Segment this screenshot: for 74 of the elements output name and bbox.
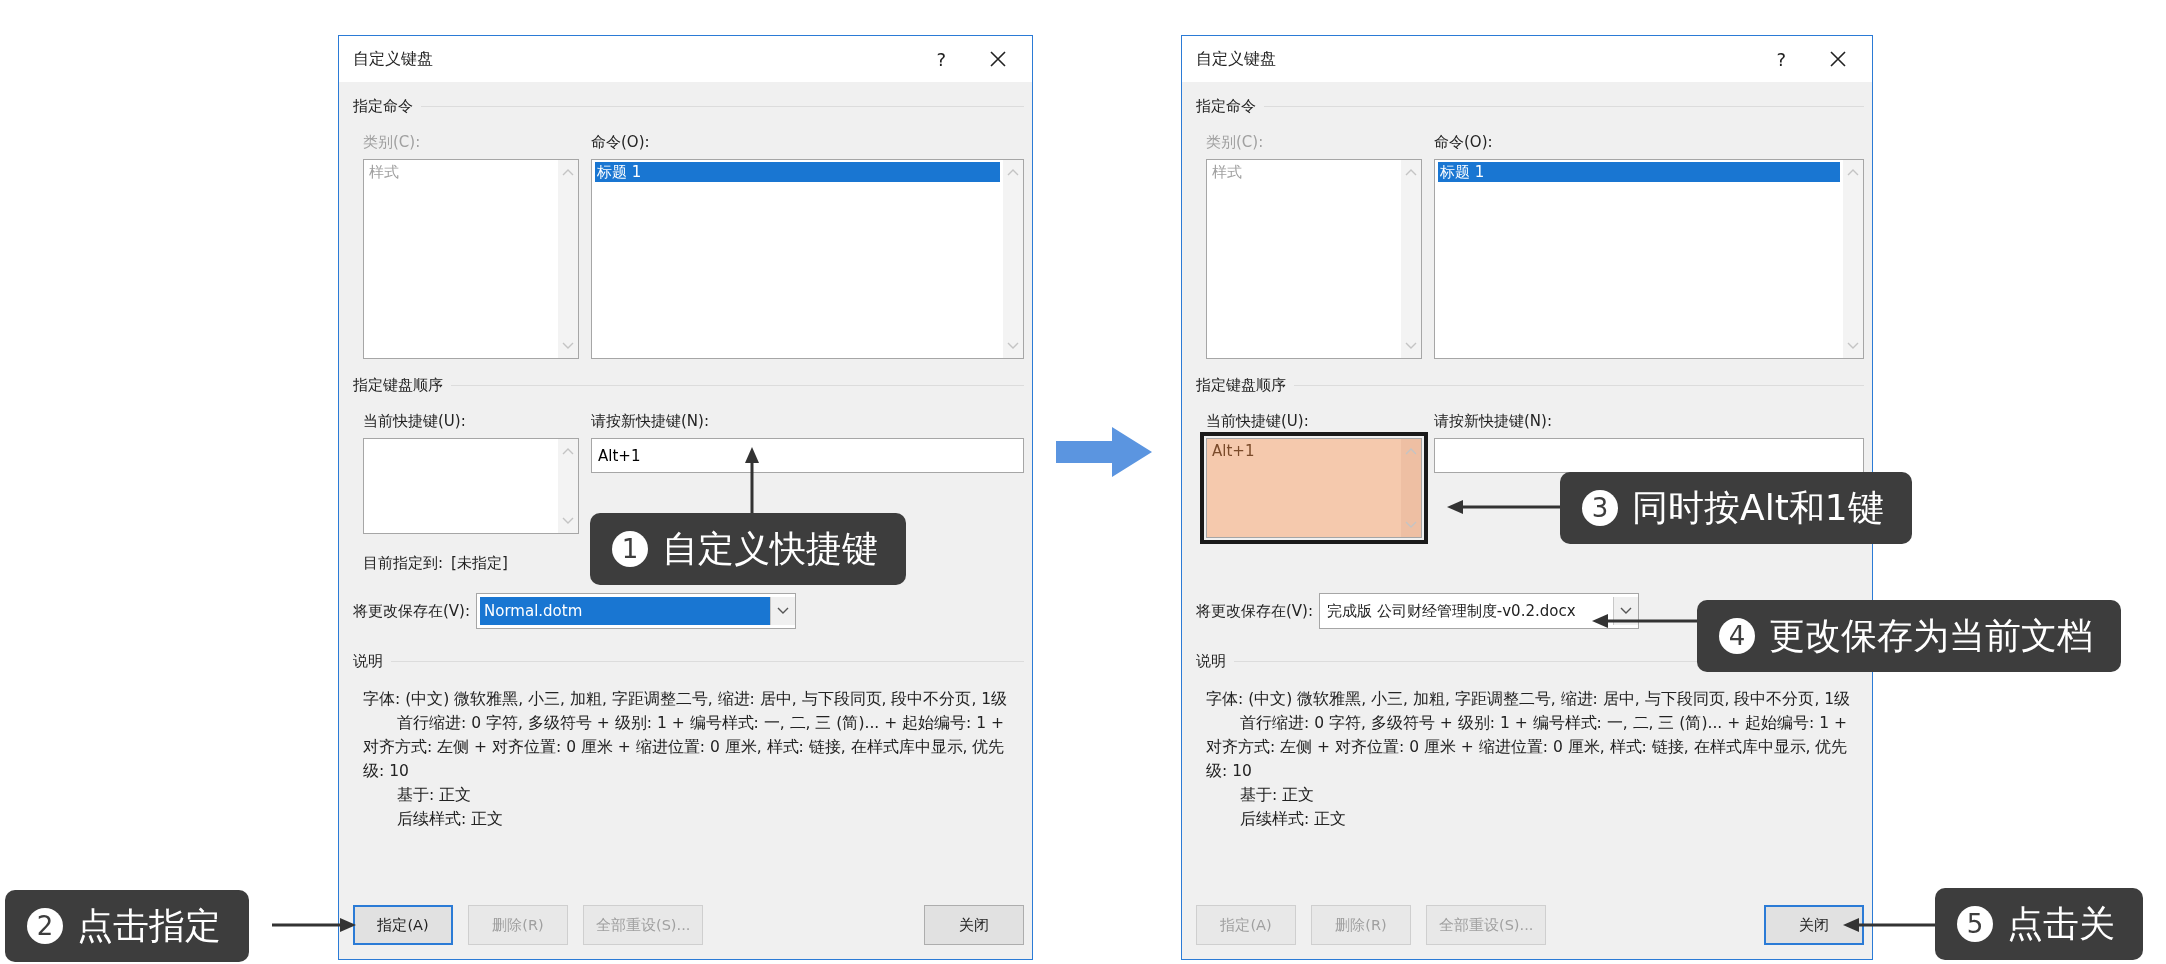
chevron-down-icon bbox=[777, 607, 790, 615]
command-list[interactable]: 标题 1 bbox=[591, 159, 1024, 359]
step-number: 5 bbox=[1957, 906, 1993, 942]
callout-text: 更改保存为当前文档 bbox=[1769, 613, 2093, 658]
list-item[interactable]: 样式 bbox=[1210, 162, 1398, 182]
scroll-down-icon[interactable] bbox=[1847, 342, 1859, 350]
dialog-button[interactable]: 指定(A) bbox=[353, 905, 453, 945]
command-list[interactable]: 标题 1 bbox=[1434, 159, 1864, 359]
scroll-up-icon[interactable] bbox=[1405, 168, 1417, 176]
field-label: 命令(O): bbox=[591, 132, 651, 152]
save-location-dropdown[interactable]: 完成版 公司财经管理制度-v0.2.docx bbox=[1319, 593, 1640, 629]
callout-text: 自定义快捷键 bbox=[662, 526, 878, 571]
description-text: 基于: 正文 bbox=[396, 785, 473, 806]
field-label: 请按新快捷键(N): bbox=[591, 411, 710, 431]
field-label: 命令(O): bbox=[1434, 132, 1494, 152]
scroll-down-icon[interactable] bbox=[1007, 342, 1019, 350]
step-number: 4 bbox=[1719, 618, 1755, 654]
list-item[interactable]: 标题 1 bbox=[595, 162, 1000, 182]
field-label: 将更改保存在(V): bbox=[353, 601, 471, 621]
assigned-value: [未指定] bbox=[451, 554, 508, 573]
list-item[interactable]: 样式 bbox=[367, 162, 555, 182]
dialog-button[interactable]: 关闭 bbox=[924, 905, 1024, 945]
scroll-down-icon[interactable] bbox=[1405, 342, 1417, 350]
field-label: 当前快捷键(U): bbox=[1206, 411, 1310, 431]
close-icon[interactable] bbox=[988, 49, 1008, 69]
scroll-up-icon[interactable] bbox=[1007, 168, 1019, 176]
scroll-up-icon[interactable] bbox=[1405, 447, 1417, 455]
dialog-button[interactable]: 关闭 bbox=[1764, 905, 1864, 945]
callout-text: 点击指定 bbox=[77, 903, 221, 948]
chevron-down-icon bbox=[1620, 607, 1633, 615]
help-button[interactable]: ? bbox=[1776, 48, 1786, 70]
save-location-dropdown[interactable]: Normal.dotm bbox=[476, 593, 797, 629]
scroll-down-icon[interactable] bbox=[1405, 521, 1417, 529]
right-arrow-icon bbox=[1056, 427, 1152, 477]
description-text: 基于: 正文 bbox=[1239, 785, 1316, 806]
shortcut-list[interactable] bbox=[363, 438, 579, 534]
category-list[interactable]: 样式 bbox=[363, 159, 579, 359]
field-label: 类别(C): bbox=[363, 132, 422, 152]
window-title: 自定义键盘 bbox=[353, 48, 434, 70]
callout-text: 点击关 bbox=[2007, 901, 2115, 946]
window-title: 自定义键盘 bbox=[1196, 48, 1277, 70]
description-text: 字体: (中文) 微软雅黑, 小三, 加粗, 字距调整二号, 缩进: 居中, 与下段同页, 段中不分页, 1级 bbox=[363, 689, 1009, 710]
field-label: 类别(C): bbox=[1206, 132, 1265, 152]
shortcut-input[interactable] bbox=[1434, 438, 1864, 473]
scroll-down-icon[interactable] bbox=[562, 517, 574, 525]
description-text: 后续样式: 正文 bbox=[396, 809, 505, 830]
callout-text: 同时按Alt和1键 bbox=[1632, 485, 1884, 530]
step-number: 1 bbox=[612, 531, 648, 567]
section-heading: 指定命令 bbox=[1196, 96, 1256, 116]
step-number: 3 bbox=[1582, 490, 1618, 526]
section-heading: 说明 bbox=[353, 651, 383, 671]
assigned-label: 目前指定到: bbox=[363, 554, 444, 573]
description-text: 首行缩进: 0 字符, 多级符号 + 级别: 1 + 编号样式: 一, 二, 三 (简)... + 起始编号: 1 + 对齐方式: 左侧 + 对齐位置: 0 厘米 + 缩进位置: 0 厘米, 样式: 链接, 在样式库中显示, 优先级: 10 bbox=[363, 713, 1006, 782]
step-number: 2 bbox=[27, 908, 63, 944]
section-heading: 指定键盘顺序 bbox=[1196, 375, 1286, 395]
description-text: 首行缩进: 0 字符, 多级符号 + 级别: 1 + 编号样式: 一, 二, 三 (简)... + 起始编号: 1 + 对齐方式: 左侧 + 对齐位置: 0 厘米 + 缩进位置: 0 厘米, 样式: 链接, 在样式库中显示, 优先级: 10 bbox=[1206, 713, 1849, 782]
description-text: 字体: (中文) 微软雅黑, 小三, 加粗, 字距调整二号, 缩进: 居中, 与下段同页, 段中不分页, 1级 bbox=[1206, 689, 1852, 710]
list-item[interactable]: Alt+1 bbox=[1210, 441, 1398, 461]
field-label: 当前快捷键(U): bbox=[363, 411, 467, 431]
scroll-down-icon[interactable] bbox=[562, 342, 574, 350]
section-heading: 指定键盘顺序 bbox=[353, 375, 443, 395]
scroll-up-icon[interactable] bbox=[562, 168, 574, 176]
shortcut-input[interactable]: Alt+1 bbox=[591, 438, 1024, 473]
field-label: 将更改保存在(V): bbox=[1196, 601, 1314, 621]
scroll-up-icon[interactable] bbox=[1847, 168, 1859, 176]
list-item[interactable]: 标题 1 bbox=[1438, 162, 1840, 182]
section-heading: 说明 bbox=[1196, 651, 1226, 671]
scroll-up-icon[interactable] bbox=[562, 447, 574, 455]
section-heading: 指定命令 bbox=[353, 96, 413, 116]
field-label: 请按新快捷键(N): bbox=[1434, 411, 1553, 431]
close-icon[interactable] bbox=[1828, 49, 1848, 69]
category-list[interactable]: 样式 bbox=[1206, 159, 1422, 359]
help-button[interactable]: ? bbox=[936, 48, 946, 70]
description-text: 后续样式: 正文 bbox=[1239, 809, 1348, 830]
